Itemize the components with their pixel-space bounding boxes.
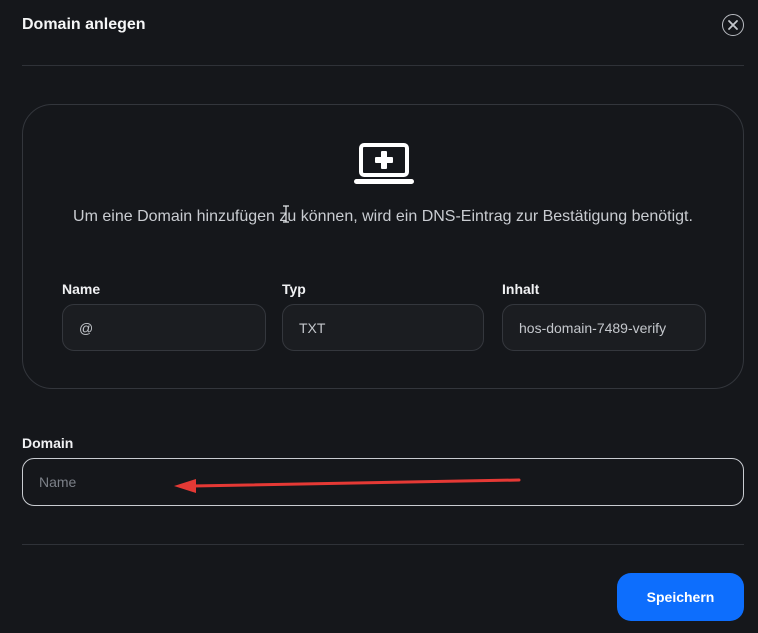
laptop-plus-icon	[354, 143, 414, 184]
name-column-label: Name	[62, 281, 101, 297]
save-button[interactable]: Speichern	[617, 573, 744, 621]
domain-label: Domain	[22, 435, 74, 451]
modal-title: Domain anlegen	[22, 16, 146, 33]
domain-input[interactable]	[22, 458, 744, 506]
dns-content-field[interactable]: hos-domain-7489-verify	[502, 304, 706, 351]
type-column-label: Typ	[282, 281, 306, 297]
text-cursor-icon	[283, 205, 289, 223]
dns-type-field[interactable]: TXT	[282, 304, 484, 351]
dns-info-text: Um eine Domain hinzufügen zu können, wir…	[73, 208, 693, 225]
close-icon	[728, 20, 738, 30]
dns-verification-card: Um eine Domain hinzufügen zu können, wir…	[22, 104, 744, 389]
content-column-label: Inhalt	[502, 281, 540, 297]
dns-name-field[interactable]: @	[62, 304, 266, 351]
header-divider	[22, 65, 744, 66]
close-button[interactable]	[722, 14, 744, 36]
footer-divider	[22, 544, 744, 545]
